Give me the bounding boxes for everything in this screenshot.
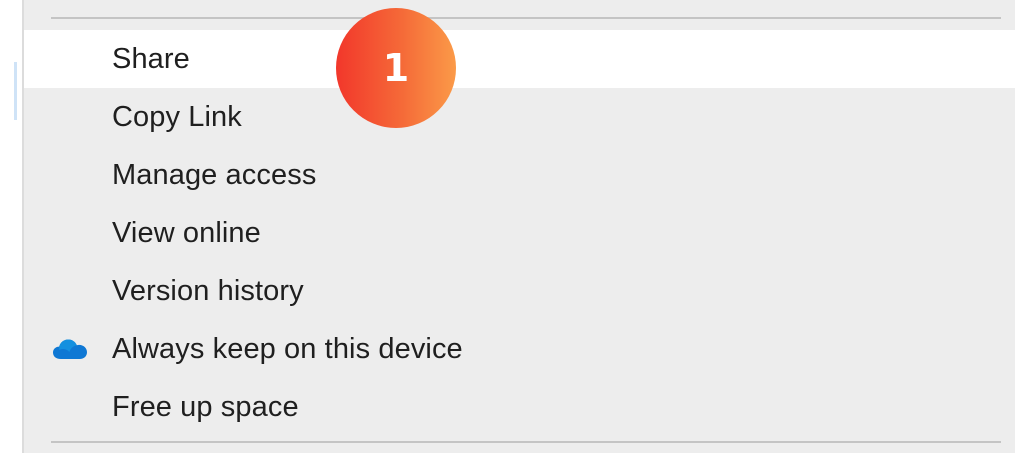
menu-list: Share Copy Link Manage access View onlin… [24, 30, 1015, 436]
step-number-text: 1 [382, 46, 410, 90]
menu-item-label: Version history [112, 274, 304, 307]
screenshot-stage: Share Copy Link Manage access View onlin… [0, 0, 1015, 453]
menu-item-label: Copy Link [112, 100, 242, 133]
menu-item-free-up-space[interactable]: Free up space [24, 378, 1015, 436]
menu-item-label: Manage access [112, 158, 317, 191]
menu-item-manage-access[interactable]: Manage access [24, 146, 1015, 204]
menu-item-share[interactable]: Share [24, 30, 1015, 88]
menu-item-label: Always keep on this device [112, 332, 463, 365]
step-number-badge: 1 [336, 8, 456, 128]
menu-item-view-online[interactable]: View online [24, 204, 1015, 262]
menu-item-icon-slot [24, 320, 112, 378]
menu-item-icon-slot [24, 30, 112, 88]
menu-item-label: View online [112, 216, 261, 249]
menu-separator-bottom [51, 441, 1001, 443]
menu-item-icon-slot [24, 88, 112, 146]
menu-item-copy-link[interactable]: Copy Link [24, 88, 1015, 146]
menu-item-label: Free up space [112, 390, 299, 423]
menu-item-icon-slot [24, 146, 112, 204]
menu-item-version-history[interactable]: Version history [24, 262, 1015, 320]
menu-item-always-keep-on-device[interactable]: Always keep on this device [24, 320, 1015, 378]
onedrive-cloud-icon [53, 339, 87, 359]
menu-separator-top [51, 17, 1001, 19]
menu-item-label: Share [112, 42, 190, 75]
menu-item-icon-slot [24, 378, 112, 436]
selection-remnant [14, 62, 17, 120]
menu-item-icon-slot [24, 204, 112, 262]
menu-item-icon-slot [24, 262, 112, 320]
onedrive-context-menu: Share Copy Link Manage access View onlin… [22, 0, 1015, 453]
